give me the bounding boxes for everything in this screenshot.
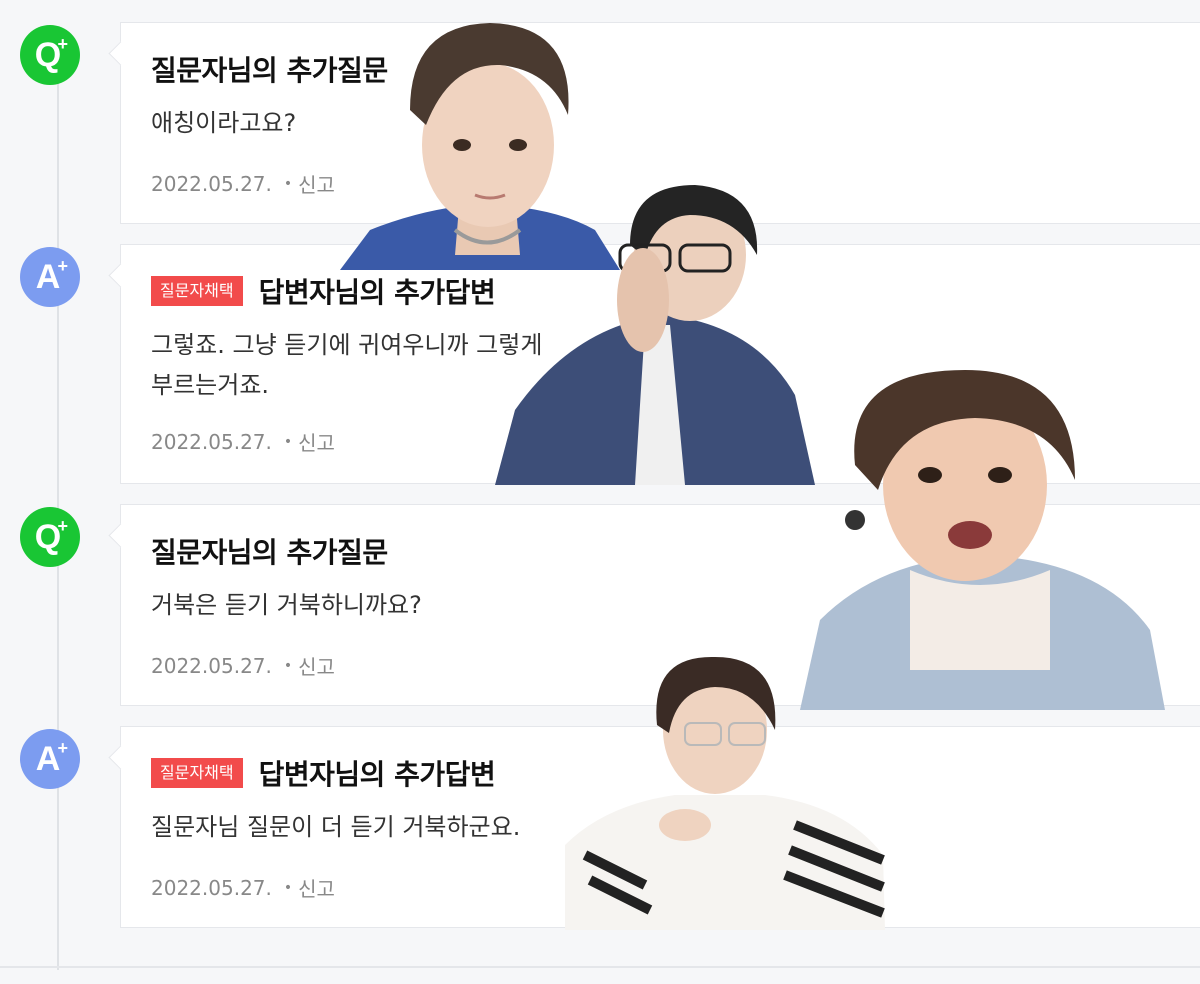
person-photo-sticker-4 [565,656,885,930]
card-date: 2022.05.27. [151,171,272,196]
selected-badge: 질문자채택 [151,276,243,306]
card-meta: 2022.05.27. • 신고 [151,651,335,680]
report-link[interactable]: 신고 [298,169,335,198]
card-title: 질문자님의 추가질문 [151,536,388,569]
card-meta: 2022.05.27. • 신고 [151,169,335,198]
card-body: 거북은 듣기 거북하니까요? [151,591,422,619]
card-meta: 2022.05.27. • 신고 [151,873,335,902]
selected-badge: 질문자채택 [151,758,243,788]
card-title: 답변자님의 추가답변 [258,276,496,309]
card-date: 2022.05.27. [151,429,272,454]
card-body: 질문자님 질문이 더 듣기 거북하군요. [151,813,521,841]
question-marker-icon: Q + [20,25,80,85]
answer-marker-icon: A + [20,729,80,789]
report-link[interactable]: 신고 [298,427,335,456]
card-date: 2022.05.27. [151,653,272,678]
list-bottom-border [0,966,1200,968]
answer-marker-icon: A + [20,247,80,307]
person-photo-sticker-2 [495,185,815,485]
card-title: 답변자님의 추가답변 [258,758,496,791]
report-link[interactable]: 신고 [298,873,335,902]
report-link[interactable]: 신고 [298,651,335,680]
card-date: 2022.05.27. [151,875,272,900]
card-meta: 2022.05.27. • 신고 [151,427,335,456]
question-marker-icon: Q + [20,507,80,567]
